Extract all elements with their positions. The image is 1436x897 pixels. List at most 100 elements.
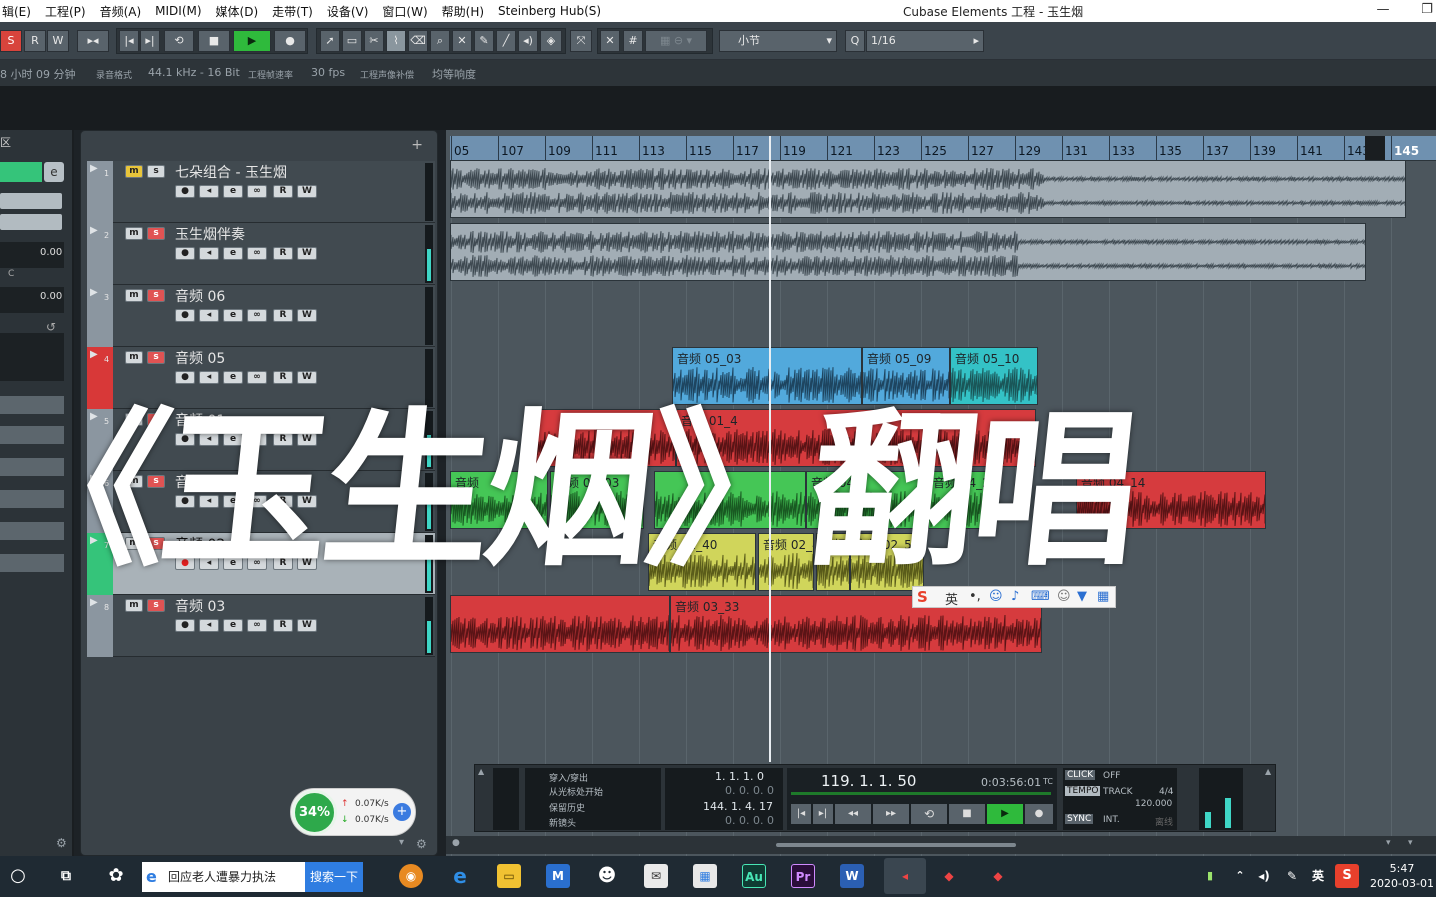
- restore-button[interactable]: ❐: [1404, 0, 1436, 22]
- cubase-icon[interactable]: ◂: [884, 858, 926, 894]
- word-icon[interactable]: W: [840, 864, 864, 888]
- punch-in-out[interactable]: 穿入/穿出: [549, 771, 588, 784]
- menu-steinberg-hub[interactable]: Steinberg Hub(S): [491, 4, 608, 18]
- audition-icon[interactable]: Au: [742, 864, 766, 888]
- autoscroll-snap-icon[interactable]: ✕: [600, 30, 620, 52]
- menu-devices[interactable]: 设备(V): [320, 3, 376, 20]
- link-icon[interactable]: ∞: [247, 619, 267, 632]
- left-offset[interactable]: 0. 0. 0. 0: [725, 784, 774, 797]
- transport-go-start-icon[interactable]: |◂: [791, 804, 811, 824]
- sogou-logo[interactable]: S: [917, 588, 928, 606]
- track-row[interactable]: ▶ 1 m s 七朵组合 - 玉生烟 ● ◂ e ∞ R W: [87, 161, 435, 223]
- record-enable-icon[interactable]: ●: [175, 185, 195, 198]
- write-automation-button[interactable]: W: [297, 309, 317, 322]
- zoom-icon[interactable]: ⌕: [430, 30, 450, 52]
- stop-icon[interactable]: ■: [198, 30, 230, 52]
- add-track-button[interactable]: +: [411, 137, 423, 153]
- monitor-icon[interactable]: ◂: [199, 185, 219, 198]
- pen-icon[interactable]: ✎: [1280, 864, 1304, 888]
- click-value[interactable]: OFF: [1103, 771, 1120, 781]
- track-name[interactable]: 玉生烟伴奏: [175, 224, 245, 244]
- record-enable-icon[interactable]: ●: [175, 247, 195, 260]
- link-icon[interactable]: ∞: [247, 185, 267, 198]
- menu-media[interactable]: 媒体(D): [209, 3, 266, 20]
- menu-edit[interactable]: 辑(E): [0, 3, 38, 20]
- glue-icon[interactable]: ⌇: [386, 30, 406, 52]
- right-offset[interactable]: 0. 0. 0. 0: [725, 814, 774, 827]
- snap-mode-icon[interactable]: ▦ ⊖ ▾: [645, 30, 707, 52]
- browser-search-input[interactable]: e 回应老人遭暴力执法: [142, 862, 305, 892]
- audio-event[interactable]: [450, 160, 1406, 218]
- menu-window[interactable]: 窗口(W): [375, 3, 434, 20]
- tempo-value[interactable]: 120.000: [1135, 799, 1172, 809]
- tracklist-scroll-down-icon[interactable]: ▾: [399, 837, 404, 848]
- forward-icon[interactable]: ▸▸: [873, 804, 909, 824]
- inspector-pan-value[interactable]: 0.00: [40, 291, 62, 302]
- draw-icon[interactable]: ✎: [474, 30, 494, 52]
- transport-stop-icon[interactable]: ■: [949, 804, 985, 824]
- snap-type-dropdown[interactable]: 小节 ▾: [719, 30, 837, 52]
- snap-zero-icon[interactable]: ⤧: [570, 30, 592, 52]
- transport-scroll-up-right-icon[interactable]: ▲: [1265, 767, 1271, 776]
- menu-help[interactable]: 帮助(H): [435, 3, 491, 20]
- ime-lang-toggle[interactable]: 英: [945, 589, 958, 608]
- object-select-icon[interactable]: ➚: [320, 30, 340, 52]
- pan-law[interactable]: 均等响度: [432, 66, 476, 82]
- transport-go-end-icon[interactable]: ▸|: [813, 804, 833, 824]
- qq-icon[interactable]: ☻: [595, 864, 619, 888]
- firefox-icon[interactable]: ◉: [399, 864, 423, 888]
- network-speed-widget[interactable]: 34% ↑ 0.07K/s ↓ 0.07K/s +: [290, 788, 416, 836]
- inspector-track-bar[interactable]: [0, 162, 42, 182]
- mute-button[interactable]: m: [125, 227, 143, 240]
- frame-rate[interactable]: 30 fps: [311, 66, 345, 79]
- inspector-volume-value[interactable]: 0.00: [40, 247, 62, 258]
- record-format[interactable]: 44.1 kHz - 16 Bit: [148, 66, 240, 79]
- sync-value[interactable]: INT.: [1103, 815, 1120, 825]
- scroll-thumb[interactable]: [776, 843, 1016, 847]
- new-version[interactable]: 新镜头: [549, 816, 576, 829]
- scroll-left-icon[interactable]: ●: [452, 838, 460, 848]
- memory-usage-circle[interactable]: 34%: [292, 790, 337, 835]
- start-icon[interactable]: ○: [6, 864, 30, 888]
- track-name[interactable]: 音频 06: [175, 286, 225, 306]
- ruler[interactable]: 05 107 109 111 113 115 117 119 121 123 125 127 129 13…: [450, 136, 1436, 161]
- transport-record-icon[interactable]: ●: [1025, 804, 1053, 824]
- tempo-label[interactable]: TEMPO: [1065, 786, 1101, 796]
- inspector-reset-icon[interactable]: ↺: [46, 320, 56, 334]
- system-clock[interactable]: 5:47 2020-03-01: [1368, 861, 1436, 891]
- user-icon[interactable]: ☺: [1057, 589, 1071, 604]
- store-icon[interactable]: ▦: [693, 864, 717, 888]
- track-name[interactable]: 音频 03: [175, 596, 225, 616]
- battery-icon[interactable]: ▮: [1198, 864, 1222, 888]
- monitor-icon[interactable]: ◂: [199, 247, 219, 260]
- monitor-icon[interactable]: ◂: [199, 309, 219, 322]
- edit-channel-button[interactable]: e: [223, 247, 243, 260]
- read-automation-button[interactable]: R: [273, 309, 293, 322]
- time-signature[interactable]: 4/4: [1159, 787, 1173, 797]
- app-icon-2[interactable]: ◆: [986, 864, 1010, 888]
- go-to-start-icon[interactable]: |◂: [119, 30, 139, 52]
- task-view-icon[interactable]: ⧉: [54, 864, 78, 888]
- erase-icon[interactable]: ⌫: [408, 30, 428, 52]
- minimize-button[interactable]: —: [1360, 0, 1406, 22]
- position-slider[interactable]: [791, 792, 1051, 795]
- link-icon[interactable]: ∞: [247, 247, 267, 260]
- state-r-button[interactable]: R: [24, 30, 46, 52]
- tempo-mode[interactable]: TRACK: [1103, 787, 1133, 797]
- audio-event[interactable]: [450, 595, 670, 653]
- sogou-tray-icon[interactable]: S: [1335, 864, 1359, 888]
- edge-icon[interactable]: e: [448, 864, 472, 888]
- mic-icon[interactable]: ♪: [1011, 589, 1019, 604]
- state-s-button[interactable]: S: [0, 30, 22, 52]
- write-automation-button[interactable]: W: [297, 619, 317, 632]
- quantize-icon[interactable]: Q: [845, 30, 865, 52]
- range-select-icon[interactable]: ▭: [342, 30, 362, 52]
- mute-tool-icon[interactable]: ✕: [452, 30, 472, 52]
- write-automation-button[interactable]: W: [297, 185, 317, 198]
- audio-event[interactable]: [450, 223, 1366, 281]
- maps-icon[interactable]: M: [546, 864, 570, 888]
- record-icon[interactable]: ●: [274, 30, 306, 52]
- search-button[interactable]: 搜索一下: [305, 862, 363, 892]
- inspector-output-row[interactable]: [0, 214, 62, 230]
- rewind-icon[interactable]: ◂◂: [835, 804, 871, 824]
